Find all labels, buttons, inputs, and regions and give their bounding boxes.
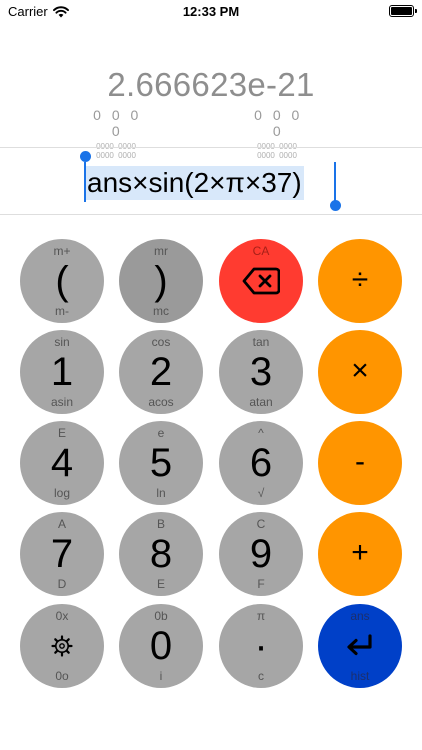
settings-button[interactable]: 0x 0o [20,604,104,688]
open-paren-button[interactable]: m+ ( m- [20,239,104,323]
backspace-button[interactable]: CA [219,239,303,323]
plus-button[interactable]: + [318,512,402,596]
nine-button[interactable]: C 9 F [219,512,303,596]
light-speed-label: c [258,669,264,683]
key-label: 5 [149,441,173,485]
clear-all-label: CA [252,244,270,258]
memory-add-label: m+ [53,244,71,258]
bit-group: 0 0 0 0 0000 0000 0000 0000 [247,107,307,160]
close-paren-button[interactable]: mr ) mc [119,239,203,323]
memory-subtract-label: m- [55,304,69,318]
key-label: × [351,354,369,387]
key-label: 2 [149,350,173,394]
divider [0,214,422,215]
octal-prefix-label: 0o [55,669,69,683]
secondary-label: sin [54,335,70,349]
five-button[interactable]: e 5 ln [119,421,203,505]
hex-label: E [156,577,165,591]
result-display: 2.666623e-21 [107,66,315,103]
hex-label: F [257,577,265,591]
divide-button[interactable]: ÷ [318,239,402,323]
expression-area[interactable]: ans×sin(2×π×37) [0,151,422,211]
status-bar: Carrier 12:33 PM [0,0,422,24]
binary-prefix-label: 0b [154,609,168,623]
secondary-label: e [157,426,165,440]
key-label: · [254,624,268,668]
battery-icon [389,5,417,17]
bit-digits: 0 0 0 0 [93,107,139,139]
memory-clear-label: mc [153,304,169,318]
bit-subs: 0000 0000 0000 0000 [257,142,297,160]
four-button[interactable]: E 4 log [20,421,104,505]
eight-button[interactable]: B 8 E [119,512,203,596]
zero-button[interactable]: 0b 0 i [119,604,203,688]
key-label: - [355,445,365,478]
tertiary-label: ln [156,486,166,500]
key-label: 0 [149,624,173,668]
hex-label: C [256,517,266,531]
key-label: 4 [50,441,74,485]
tertiary-label: √ [257,486,265,500]
key-label: 9 [249,532,273,576]
hex-label: A [57,517,66,531]
key-label: 1 [50,350,74,394]
key-label: 6 [249,441,273,485]
seven-button[interactable]: A 7 D [20,512,104,596]
key-label: 8 [149,532,173,576]
history-label: hist [350,669,370,683]
answer-label: ans [350,609,370,623]
tertiary-label: atan [249,395,273,409]
tertiary-label: log [53,486,70,500]
multiply-button[interactable]: × [318,330,402,414]
selection-start-dot[interactable] [80,151,91,162]
expression-text[interactable]: ans×sin(2×π×37) [85,166,304,200]
hex-prefix-label: 0x [55,609,69,623]
secondary-label: tan [252,335,270,349]
hex-label: D [57,577,67,591]
key-label: ( [55,259,69,303]
divider [0,147,422,148]
selection-end-handle[interactable] [334,162,336,202]
key-label: 7 [50,532,74,576]
gear-icon [51,635,73,657]
secondary-label: E [57,426,66,440]
tertiary-label: asin [50,395,73,409]
key-label: ) [154,259,168,303]
enter-button[interactable]: ans hist [318,604,402,688]
minus-button[interactable]: - [318,421,402,505]
key-label: + [351,536,369,569]
selection-start-handle[interactable] [84,162,86,202]
hex-label: B [156,517,165,531]
key-label: ÷ [351,263,369,296]
binary-readout: 0 0 0 0 0000 0000 0000 0000 0 0 0 0 0000… [0,107,422,160]
bit-digits: 0 0 0 0 [254,107,300,139]
pi-label: π [256,609,266,623]
status-time: 12:33 PM [182,4,240,19]
selection-end-dot[interactable] [330,200,341,211]
secondary-label: ^ [258,426,264,440]
imaginary-label: i [159,669,163,683]
tertiary-label: acos [148,395,174,409]
secondary-label: cos [151,335,171,349]
six-button[interactable]: ^ 6 √ [219,421,303,505]
key-label: 3 [249,350,273,394]
one-button[interactable]: sin 1 asin [20,330,104,414]
decimal-point-button[interactable]: π · c [219,604,303,688]
bit-group: 0 0 0 0 0000 0000 0000 0000 [86,107,146,160]
three-button[interactable]: tan 3 atan [219,330,303,414]
bit-subs: 0000 0000 0000 0000 [96,142,136,160]
return-icon [347,634,372,656]
backspace-icon [242,267,280,295]
memory-recall-label: mr [154,244,168,258]
two-button[interactable]: cos 2 acos [119,330,203,414]
